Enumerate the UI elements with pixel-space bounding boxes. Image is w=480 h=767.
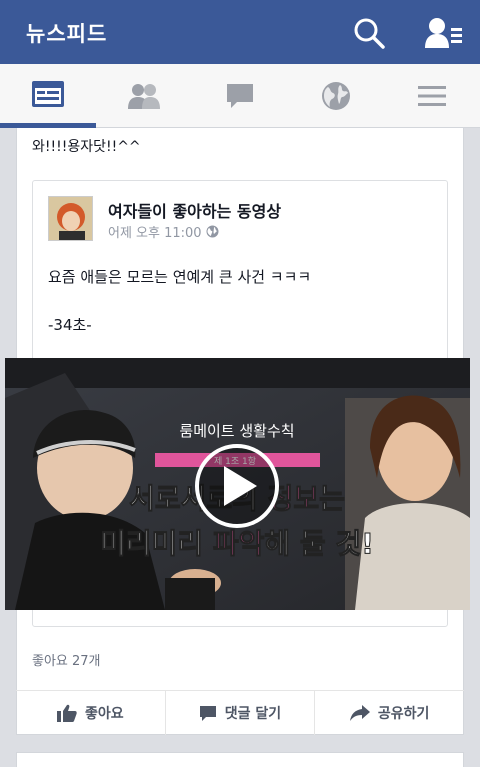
- video-top-title: 룸메이트 생활수칙: [179, 422, 294, 440]
- tab-notifications[interactable]: [288, 64, 384, 128]
- tab-news-feed[interactable]: [0, 64, 96, 128]
- like-button[interactable]: 좋아요: [16, 691, 166, 735]
- avatar[interactable]: [48, 196, 93, 241]
- next-post-card: [16, 752, 464, 767]
- top-bar: 뉴스피드: [0, 0, 480, 64]
- post-caption: 와!!!!용자닷!!^^: [32, 139, 141, 155]
- video-line2-a: 미리미리: [100, 527, 213, 560]
- search-icon[interactable]: [352, 16, 386, 50]
- chat-bubble-icon: [227, 84, 253, 108]
- tab-messages[interactable]: [192, 64, 288, 128]
- video-thumbnail: 제 1조 1항 룸메이트 생활수칙 서로서로의 정보는 미리미리 파악해 둘 것…: [5, 358, 470, 610]
- shared-post-author[interactable]: 여자들이 좋아하는 동영상: [108, 198, 281, 222]
- tab-friend-requests[interactable]: [96, 64, 192, 128]
- share-label: 공유하기: [377, 706, 430, 722]
- like-count[interactable]: 좋아요 27개: [32, 650, 101, 669]
- page-title: 뉴스피드: [26, 22, 108, 46]
- action-bar: 좋아요 댓글 달기 공유하기: [16, 690, 464, 735]
- thumbs-up-icon: [57, 704, 77, 722]
- share-icon: [349, 705, 370, 721]
- comment-label: 댓글 달기: [224, 706, 282, 722]
- svg-text:미리미리 파악해 둘 것!: 미리미리 파악해 둘 것!: [100, 527, 374, 560]
- menu-icon: [418, 86, 446, 106]
- friend-list-icon[interactable]: [424, 16, 462, 50]
- video-line2-c: 해 둘 것!: [264, 527, 374, 560]
- news-feed-icon: [32, 80, 64, 107]
- public-globe-icon: [206, 225, 219, 238]
- like-label: 좋아요: [85, 706, 124, 722]
- globe-icon: [322, 82, 350, 110]
- shared-post-meta: 어제 오후 11:00: [108, 222, 219, 241]
- comment-button[interactable]: 댓글 달기: [166, 691, 316, 735]
- friends-icon: [128, 84, 160, 109]
- comment-icon: [199, 705, 216, 721]
- video-player[interactable]: 제 1조 1항 룸메이트 생활수칙 서로서로의 정보는 미리미리 파악해 둘 것…: [5, 358, 470, 610]
- shared-post-duration: -34초-: [48, 316, 92, 334]
- shared-post-text: 요즘 애들은 모르는 연예계 큰 사건 ㅋㅋㅋ: [48, 268, 312, 286]
- share-button[interactable]: 공유하기: [315, 691, 464, 735]
- tab-bar: [0, 64, 480, 128]
- post-timestamp: 어제 오후 11:00: [108, 226, 202, 241]
- play-icon[interactable]: [195, 444, 279, 528]
- tab-more[interactable]: [384, 64, 480, 128]
- video-line2-b: 파악: [213, 527, 265, 560]
- video-line1-c: 는: [319, 482, 345, 515]
